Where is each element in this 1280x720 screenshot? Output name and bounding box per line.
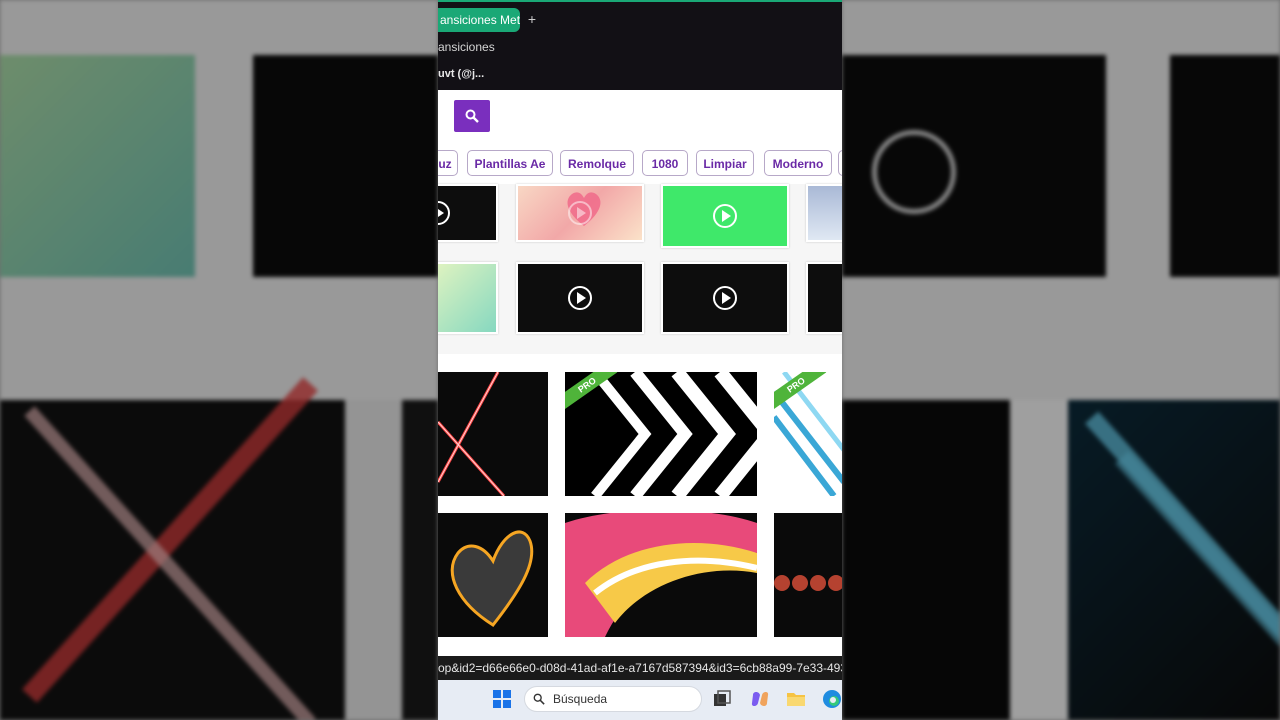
neon-x-graphic xyxy=(438,372,506,496)
status-url-bar: op&id2=d66e66e0-d08d-41ad-af1e-a7167d587… xyxy=(438,656,842,680)
chip-luz[interactable]: uz xyxy=(438,150,458,176)
task-view-icon[interactable] xyxy=(712,689,732,709)
template-thumbnail[interactable] xyxy=(774,513,842,637)
windows-start-icon[interactable] xyxy=(492,689,512,709)
template-thumbnail[interactable]: PRO xyxy=(774,372,842,496)
video-thumbnail[interactable] xyxy=(661,262,789,334)
video-thumbnail[interactable] xyxy=(806,184,842,242)
video-grid-top xyxy=(438,184,842,354)
play-icon xyxy=(713,204,737,228)
play-icon xyxy=(568,201,592,225)
background-blur-left xyxy=(0,0,438,720)
template-thumbnail[interactable]: PRO xyxy=(565,372,757,496)
background-blur-right xyxy=(842,0,1280,720)
bookmark-link-2[interactable]: uvt (@j... xyxy=(438,68,484,80)
play-icon xyxy=(713,286,737,310)
browser-screen: ansiciones Metra + ansiciones uvt (@j...… xyxy=(438,0,842,720)
chip-plantillas-ae[interactable]: Plantillas Ae xyxy=(467,150,553,176)
video-thumbnail[interactable] xyxy=(516,184,644,242)
edge-icon[interactable] xyxy=(822,689,842,709)
template-thumbnail[interactable] xyxy=(438,513,548,637)
video-thumbnail[interactable] xyxy=(806,262,842,334)
tab-accent-line xyxy=(438,0,842,2)
search-icon xyxy=(533,693,545,705)
new-tab-button[interactable]: + xyxy=(525,12,539,26)
chip-limpiar[interactable]: Limpiar xyxy=(696,150,754,176)
template-grid: PRO PRO xyxy=(438,356,842,656)
file-explorer-icon[interactable] xyxy=(786,689,806,709)
template-thumbnail[interactable] xyxy=(438,372,548,496)
play-icon xyxy=(568,286,592,310)
browser-top-bar: ansiciones Metra + ansiciones uvt (@j... xyxy=(438,0,842,90)
chip-remolque[interactable]: Remolque xyxy=(560,150,634,176)
copilot-icon[interactable] xyxy=(750,689,770,709)
video-thumbnail[interactable] xyxy=(438,262,498,334)
bokeh-graphic xyxy=(774,575,842,591)
chip-more[interactable] xyxy=(838,150,842,176)
video-thumbnail[interactable] xyxy=(516,262,644,334)
chip-moderno[interactable]: Moderno xyxy=(764,150,832,176)
fire-heart-graphic xyxy=(450,530,534,627)
chip-1080[interactable]: 1080 xyxy=(642,150,688,176)
search-bar xyxy=(438,90,842,142)
search-icon xyxy=(465,109,479,123)
video-thumbnail[interactable] xyxy=(438,184,498,242)
taskbar-search-box[interactable]: Búsqueda xyxy=(524,686,702,712)
video-thumbnail[interactable] xyxy=(661,184,789,248)
browser-tab-active[interactable]: ansiciones Metra xyxy=(438,8,520,32)
taskbar-search-placeholder: Búsqueda xyxy=(553,692,608,706)
bookmark-link[interactable]: ansiciones xyxy=(438,40,495,54)
chevron-graphic xyxy=(591,372,757,496)
play-icon xyxy=(438,201,450,225)
search-button[interactable] xyxy=(454,100,490,132)
filter-chips: uz Plantillas Ae Remolque 1080 Limpiar M… xyxy=(438,150,842,178)
paint-splash-graphic xyxy=(565,513,757,637)
template-thumbnail[interactable] xyxy=(565,513,757,637)
windows-taskbar: Búsqueda xyxy=(438,680,842,720)
